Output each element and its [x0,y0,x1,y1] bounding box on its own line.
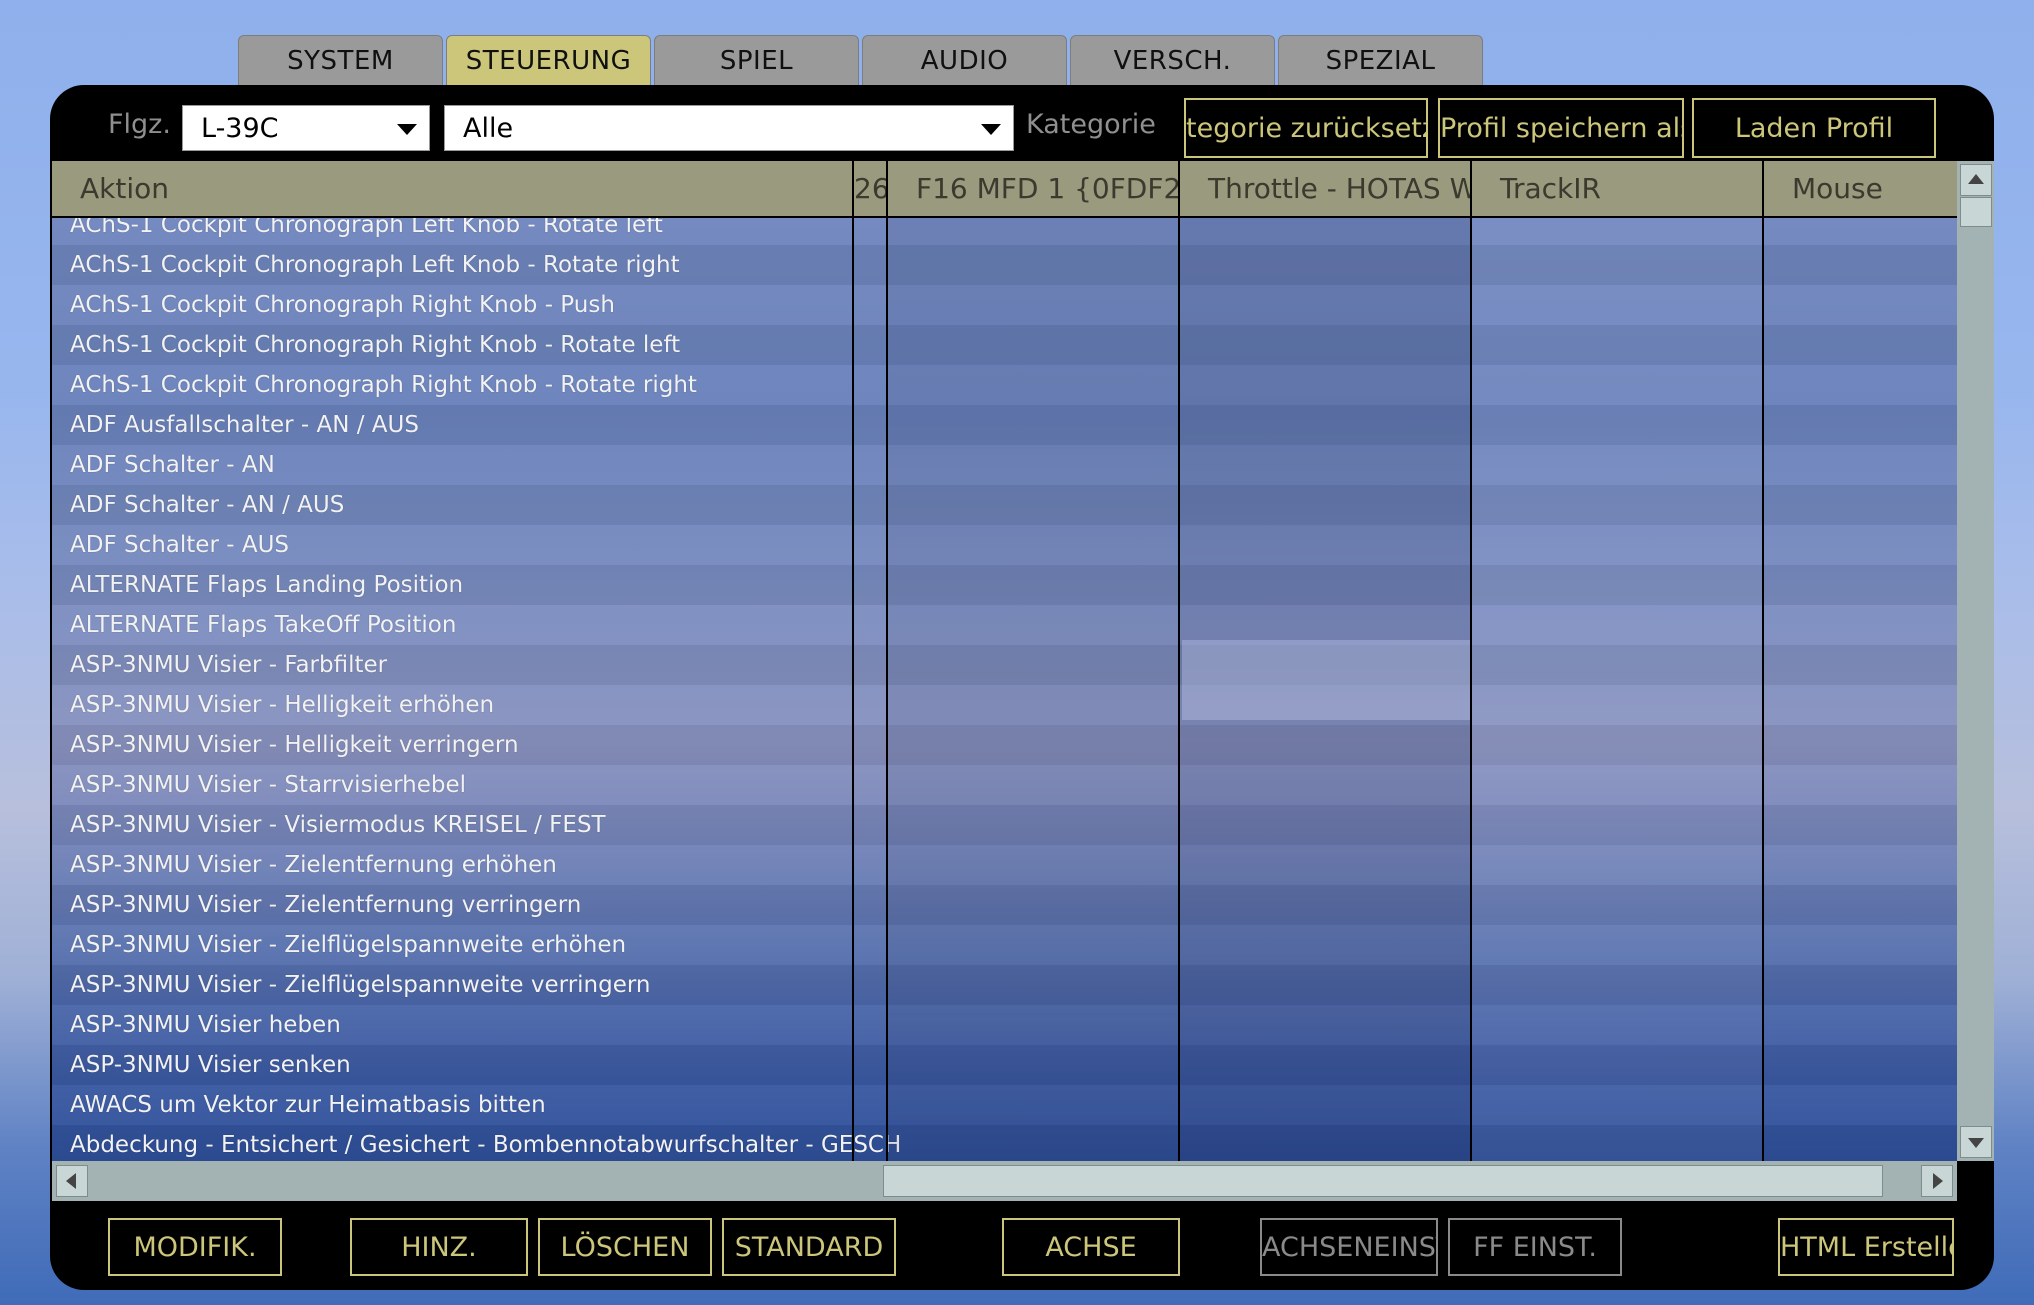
column-shade [1472,218,1764,1161]
row-label: ASP-3NMU Visier - Starrvisierhebel [70,772,467,798]
row-label: AChS-1 Cockpit Chronograph Right Knob - … [70,332,681,358]
category-select[interactable]: Alle [444,105,1014,151]
column-divider [1470,161,1472,1161]
axis-settings-button[interactable]: ACHSENEINST [1260,1218,1438,1276]
scroll-left-button[interactable] [56,1165,88,1197]
horizontal-scrollbar[interactable] [52,1161,1957,1201]
arrow-down-icon [1968,1138,1984,1148]
row-label: ASP-3NMU Visier - Zielflügelspannweite e… [70,932,627,958]
row-label: ALTERNATE Flaps Landing Position [70,572,464,598]
tab-spezial[interactable]: SPEZIAL [1278,35,1483,85]
row-label: Abdeckung - Entsichert / Gesichert - Bom… [70,1132,902,1158]
row-label: ALTERNATE Flaps TakeOff Position [70,612,457,638]
load-profile-button[interactable]: Laden Profil [1692,98,1936,158]
scroll-up-button[interactable] [1960,164,1992,196]
reset-category-button[interactable]: tegorie zurücksetz [1184,98,1428,158]
arrow-up-icon [1968,174,1984,184]
tab-system[interactable]: SYSTEM [238,35,443,85]
row-label: ADF Schalter - AN [70,452,275,478]
column-shade [888,218,1180,1161]
column-divider [852,161,854,1161]
default-button[interactable]: STANDARD [722,1218,896,1276]
row-label: ADF Ausfallschalter - AN / AUS [70,412,419,438]
row-label: ASP-3NMU Visier - Helligkeit erhöhen [70,692,495,718]
row-label: ADF Schalter - AUS [70,532,290,558]
save-profile-button[interactable]: Profil speichern als [1438,98,1684,158]
row-label: ASP-3NMU Visier - Visiermodus KREISEL / … [70,812,606,838]
ff-settings-button[interactable]: FF EINST. [1448,1218,1622,1276]
column-divider [886,161,888,1161]
arrow-right-icon [1933,1173,1943,1189]
chevron-down-icon [397,124,417,135]
aircraft-select[interactable]: L-39C [182,105,430,151]
vertical-scrollbar[interactable] [1957,161,1994,1161]
row-label: ASP-3NMU Visier heben [70,1012,341,1038]
row-label: ASP-3NMU Visier - Helligkeit verringern [70,732,519,758]
row-label: AChS-1 Cockpit Chronograph Left Knob - R… [70,252,680,278]
scroll-right-button[interactable] [1921,1165,1953,1197]
controls-window: Flgz. L-39C Alle Kategorie tegorie zurüc… [50,85,1994,1290]
row-label: AChS-1 Cockpit Chronograph Right Knob - … [70,372,697,398]
add-button[interactable]: HINZ. [350,1218,528,1276]
row-label: ASP-3NMU Visier - Zielflügelspannweite v… [70,972,651,998]
column-header-f16-mfd[interactable]: F16 MFD 1 {0FDF26: [888,161,1180,216]
axis-button[interactable]: ACHSE [1002,1218,1180,1276]
filter-bar: Flgz. L-39C Alle Kategorie tegorie zurüc… [50,85,1994,160]
category-label: Kategorie [1026,109,1156,140]
html-export-button[interactable]: HTML Erstellen [1778,1218,1954,1276]
tab-versch[interactable]: VERSCH. [1070,35,1275,85]
vertical-scroll-thumb[interactable] [1960,197,1992,227]
modify-button[interactable]: MODIFIK. [108,1218,282,1276]
column-header-throttle[interactable]: Throttle - HOTAS Wa [1180,161,1472,216]
column-header-aktion[interactable]: Aktion [52,161,854,216]
row-label: AWACS um Vektor zur Heimatbasis bitten [70,1092,546,1118]
tab-bar: SYSTEM STEUERUNG SPIEL AUDIO VERSCH. SPE… [238,35,1483,85]
delete-button[interactable]: LÖSCHEN [538,1218,712,1276]
row-label: AChS-1 Cockpit Chronograph Right Knob - … [70,292,615,318]
category-select-value: Alle [463,113,514,144]
column-header-device-1[interactable]: 26: [854,161,888,216]
column-divider [1178,161,1180,1161]
row-label: ASP-3NMU Visier senken [70,1052,351,1078]
tab-audio[interactable]: AUDIO [862,35,1067,85]
row-label: ASP-3NMU Visier - Zielentfernung erhöhen [70,852,557,878]
cell-highlight [1182,640,1472,720]
column-header-mouse[interactable]: Mouse [1764,161,1957,216]
bindings-table: Aktion 26: F16 MFD 1 {0FDF26: Throttle -… [52,161,1957,1161]
horizontal-scroll-thumb[interactable] [883,1165,1883,1197]
aircraft-label: Flgz. [108,109,171,140]
row-label: ADF Schalter - AN / AUS [70,492,345,518]
chevron-down-icon [981,124,1001,135]
aircraft-select-value: L-39C [201,113,279,144]
tab-steuerung[interactable]: STEUERUNG [446,35,651,85]
row-label: ASP-3NMU Visier - Zielentfernung verring… [70,892,582,918]
column-header-trackir[interactable]: TrackIR [1472,161,1764,216]
table-header: Aktion 26: F16 MFD 1 {0FDF26: Throttle -… [52,161,1957,218]
row-label: ASP-3NMU Visier - Farbfilter [70,652,388,678]
scroll-down-button[interactable] [1960,1126,1992,1158]
column-divider [1762,161,1764,1161]
arrow-left-icon [66,1173,76,1189]
tab-spiel[interactable]: SPIEL [654,35,859,85]
